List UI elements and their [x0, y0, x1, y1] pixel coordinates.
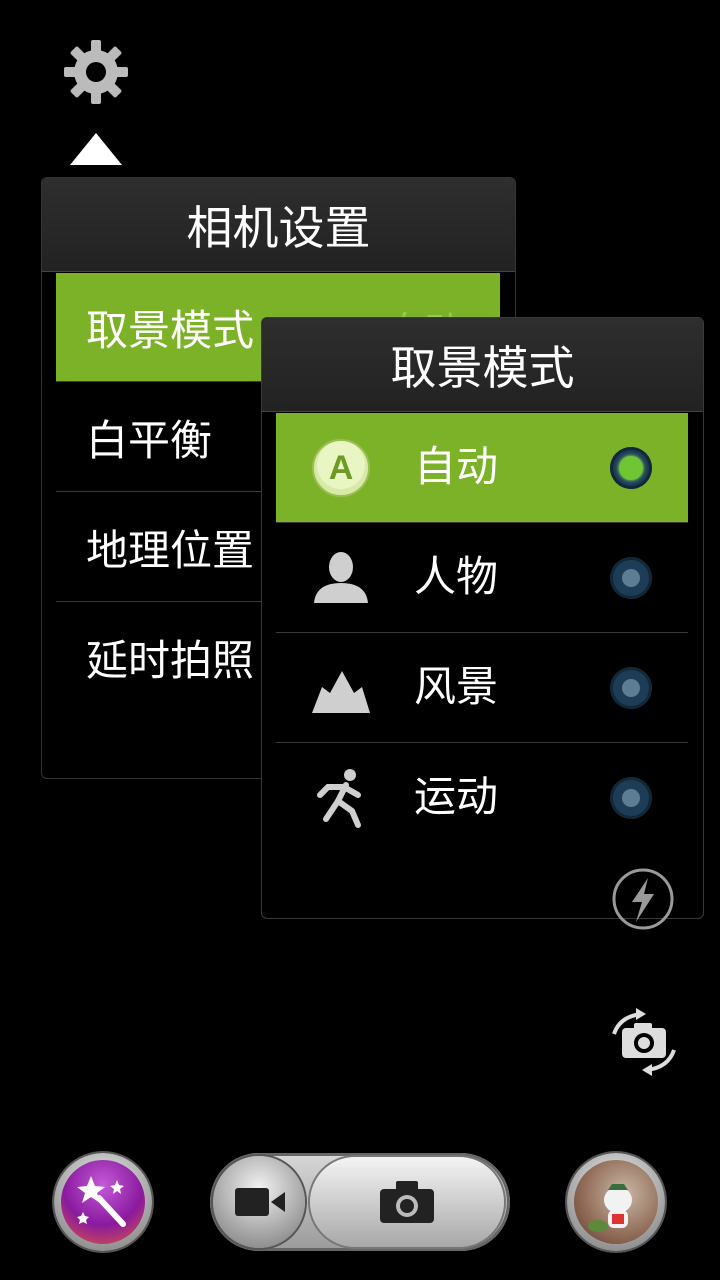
scene-option-auto[interactable]: A 自动 [276, 413, 688, 523]
scene-option-label: 人物 [414, 552, 499, 601]
flash-icon [612, 868, 674, 930]
portrait-icon [310, 547, 372, 609]
gear-icon [64, 40, 128, 104]
magic-wand-icon [77, 1176, 126, 1227]
radio-unselected[interactable] [610, 777, 652, 819]
scene-option-label: 运动 [414, 772, 499, 821]
effects-button[interactable] [54, 1153, 152, 1251]
svg-text:A: A [329, 449, 354, 487]
camera-icon [380, 1181, 434, 1223]
gallery-thumbnail [574, 1160, 658, 1244]
switch-camera-button[interactable] [606, 1008, 682, 1076]
photo-mode-button[interactable] [310, 1157, 504, 1247]
scene-option-portrait[interactable]: 人物 [276, 523, 688, 633]
auto-mode-icon: A [310, 437, 372, 499]
scene-mode-panel: 取景模式 A 自动 人物 风景 运动 [261, 317, 704, 919]
scene-option-label: 风景 [414, 662, 499, 711]
settings-panel-title: 相机设置 [42, 178, 515, 272]
radio-selected[interactable] [610, 447, 652, 489]
scene-panel-title: 取景模式 [262, 318, 703, 412]
radio-unselected[interactable] [610, 557, 652, 599]
camera-mode-toggle[interactable] [210, 1153, 510, 1251]
flash-button[interactable] [610, 866, 676, 932]
gallery-button[interactable] [567, 1153, 665, 1251]
triangle-up-icon [70, 133, 122, 165]
video-camera-icon [235, 1188, 285, 1216]
sports-icon [310, 767, 372, 829]
settings-gear-icon[interactable] [62, 38, 130, 106]
landscape-icon [310, 657, 372, 719]
switch-camera-icon [612, 1008, 676, 1076]
video-mode-button[interactable] [213, 1156, 305, 1248]
settings-item-label: 地理位置 [86, 525, 255, 575]
scene-option-landscape[interactable]: 风景 [276, 633, 688, 743]
settings-item-label: 取景模式 [86, 305, 255, 355]
scene-option-label: 自动 [414, 442, 499, 491]
scene-option-sports[interactable]: 运动 [276, 743, 688, 852]
settings-item-label: 白平衡 [86, 415, 213, 465]
radio-unselected[interactable] [610, 667, 652, 709]
settings-item-label: 延时拍照 [86, 636, 255, 685]
